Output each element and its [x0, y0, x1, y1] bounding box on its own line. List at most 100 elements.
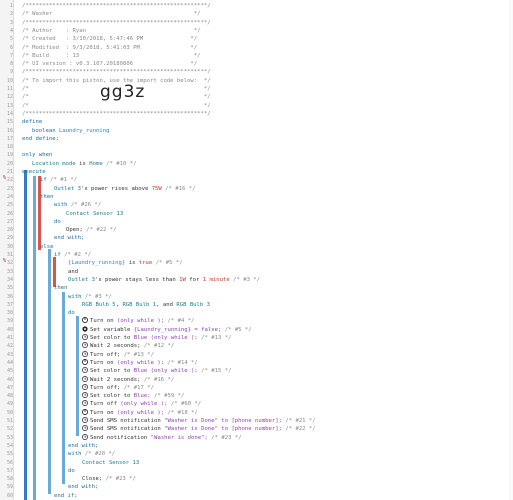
line-number: 18 — [6, 144, 13, 151]
end-with: end with; — [54, 235, 85, 242]
line-number: 33 — [6, 268, 13, 275]
end-with: end with; — [68, 484, 99, 491]
action-item[interactable]: Set color to Blue; /* #59 */ — [82, 392, 184, 400]
action-text: Turn off — [90, 401, 121, 408]
piston-title: /* Washer */ — [22, 11, 201, 18]
line-number: 45 — [6, 368, 13, 375]
end-define: end define; — [22, 135, 60, 142]
power-icon — [82, 317, 88, 324]
action-item[interactable]: Turn off; /* #13 */ — [82, 350, 154, 359]
action-params: "Washer is Done" to [phone number]; — [164, 418, 286, 424]
action-comment: /* #4 */ — [167, 318, 195, 325]
action-item[interactable]: Set color to Blue (only while ); /* #15 … — [82, 367, 231, 375]
line-number: 24 — [6, 193, 13, 200]
action-text: Send notification — [90, 434, 151, 441]
with-statement[interactable]: with /* #20 */ — [68, 450, 115, 458]
variable-condition[interactable]: {Laundry_running} is true /* #5 */ — [68, 259, 183, 267]
with-statement[interactable]: with /* #3 */ — [68, 293, 112, 301]
line-number: 40 — [6, 326, 13, 333]
vertical-scrollbar[interactable] — [509, 0, 513, 500]
line-number: 9 — [9, 69, 13, 76]
end-if: end if; — [54, 492, 78, 499]
execute-keyword: execute — [22, 169, 46, 175]
variable-declaration[interactable]: boolean Laundry_running — [32, 127, 109, 135]
line-number: 35 — [6, 285, 13, 292]
line-number: 59 — [6, 484, 13, 491]
block-bar — [33, 176, 36, 500]
block-bar — [38, 176, 41, 250]
action-text: Turn on — [90, 409, 117, 416]
action-item[interactable]: Turn on (only while ); /* #18 */ — [82, 408, 198, 417]
action-comment: /* #23 */ — [211, 434, 242, 441]
action-comment: /* #22 */ — [285, 426, 316, 433]
clock-icon — [82, 367, 88, 374]
action-comment: /* #13 */ — [123, 351, 154, 358]
if-statement[interactable]: if /* #1 */ — [40, 176, 77, 184]
line-number: 11 — [6, 86, 13, 92]
action-item[interactable]: Turn off (only while ); /* #60 */ — [82, 400, 201, 408]
device-name[interactable]: Contact Sensor 13 — [66, 210, 123, 218]
restriction-condition[interactable]: Location mode is Home /* #10 */ — [32, 160, 136, 168]
then-keyword: then — [40, 193, 54, 200]
action-text: Wait 2 seconds; — [90, 376, 144, 383]
action-text: Wait 2 seconds; — [90, 343, 144, 350]
line-number: 42 — [6, 343, 13, 350]
modified-line: /* Modified : 9/3/2018, 5:41:03 PM */ — [22, 44, 198, 51]
ui-version-line: /* UI version : v0.3.107.20180806 */ — [22, 61, 198, 68]
line-number: 46 — [6, 376, 13, 383]
clock-icon — [82, 417, 88, 423]
action-text: Turn on — [90, 318, 117, 325]
block-bar — [48, 249, 51, 494]
action-item[interactable]: Send SMS notification "Washer is Done" t… — [82, 425, 316, 433]
trigger-condition[interactable]: Outlet 3's power rises above 75W /* #16 … — [54, 185, 195, 193]
action-params: (only while ); — [116, 359, 168, 366]
with-statement[interactable]: with /* #26 */ — [54, 201, 101, 209]
define-keyword[interactable]: define — [22, 118, 42, 126]
code-editor[interactable]: 1 2 3 4 5 6 7 8 9 10 11 12 13 14 15 16 17 18 19 20 21 22 23 24 2… — [0, 0, 513, 500]
line-number: 38 — [6, 310, 13, 317]
if-statement[interactable]: if /* #2 */ — [54, 251, 91, 259]
action-params: Blue (only while ); — [133, 368, 202, 375]
action-item[interactable]: Turn on (only while ); /* #4 */ — [82, 317, 194, 325]
action-item[interactable]: Send SMS notification "Washer is Done" t… — [82, 417, 316, 425]
line-number: 43 — [6, 351, 13, 358]
line-number: 7 — [9, 52, 13, 59]
action-comment: /* #17 */ — [123, 384, 154, 391]
clock-icon — [82, 342, 88, 349]
action-item[interactable]: Set color to Blue (only while ); /* #13 … — [82, 334, 231, 342]
import-code: gg3z — [100, 82, 146, 102]
line-number: 30 — [6, 243, 13, 250]
line-number: 56 — [6, 459, 13, 466]
action-item[interactable]: Turn off; /* #17 */ — [82, 383, 154, 392]
clock-icon — [82, 425, 88, 432]
device-name[interactable]: Contact Sensor 13 — [82, 459, 139, 467]
device-list[interactable]: RGB Bulb 5, RGB Bulb 1, and RGB Bulb 3 — [82, 301, 210, 309]
line-number: 57 — [6, 467, 13, 474]
action-item[interactable]: Wait 2 seconds; /* #12 */ — [82, 342, 174, 350]
action-item[interactable]: Send notification "Washer is done"; /* #… — [82, 433, 242, 442]
open-action[interactable]: Open; /* #22 */ — [66, 226, 117, 234]
line-number: 37 — [6, 301, 13, 308]
only-when-keyword[interactable]: only when — [22, 151, 52, 159]
action-params: Blue (only while ); — [133, 335, 202, 341]
action-params: "Washer is done"; — [150, 434, 212, 441]
line-number: 15 — [6, 119, 13, 126]
close-action[interactable]: Close; /* #23 */ — [82, 475, 136, 483]
action-item[interactable]: Set variable {Laundry_running} = false; … — [82, 326, 252, 334]
line-number: 19 — [6, 152, 13, 159]
stays-condition[interactable]: Outlet 3's power stays less than 1W for … — [68, 276, 260, 284]
gutter-divider — [13, 0, 14, 500]
line-number: 54 — [6, 442, 13, 449]
trigger-marker: % — [3, 175, 7, 181]
action-comment: /* #18 */ — [167, 409, 198, 416]
line-number: 60 — [6, 492, 13, 499]
line-number: 34 — [6, 276, 13, 283]
line-number: 10 — [6, 77, 13, 84]
action-item[interactable]: Wait 2 seconds; /* #16 */ — [82, 375, 174, 384]
action-comment: /* #12 */ — [143, 343, 175, 350]
action-text: Turn off; — [90, 351, 124, 358]
block-bar — [76, 316, 79, 436]
action-item[interactable]: Turn on (only while ); /* #14 */ — [82, 358, 198, 367]
action-comment: /* #21 */ — [285, 418, 316, 424]
action-text: Set color to — [90, 393, 134, 400]
